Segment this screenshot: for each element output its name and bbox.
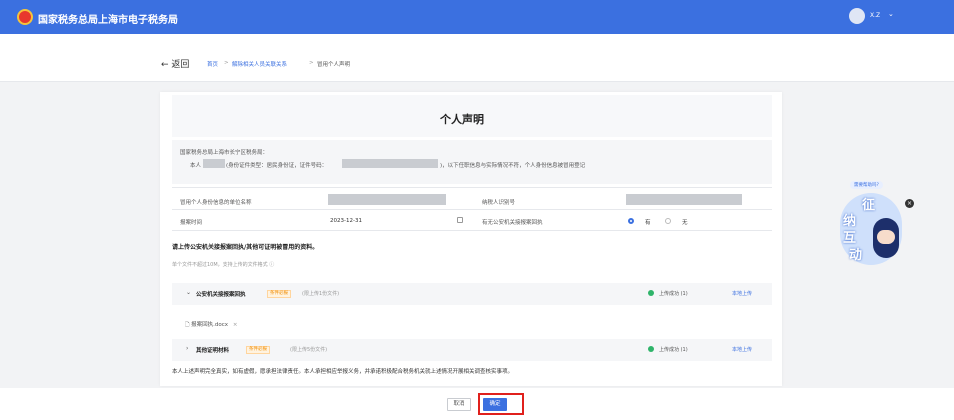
app-title: 国家税务总局上海市电子税务局	[38, 15, 178, 26]
masked-name	[203, 159, 225, 168]
chevron-down-icon[interactable]: ⌄	[888, 10, 894, 18]
highlight-box	[478, 393, 524, 415]
calendar-icon[interactable]	[457, 217, 463, 223]
report-date-input[interactable]: 2023-12-31	[330, 218, 362, 224]
breadcrumb-separator: >	[224, 60, 229, 66]
table-divider	[172, 187, 772, 188]
back-button[interactable]: ← 返回	[161, 57, 189, 70]
user-avatar[interactable]	[849, 8, 865, 24]
local-upload-link[interactable]: 本地上传	[732, 346, 752, 353]
remove-file-icon[interactable]: ×	[233, 322, 238, 328]
cancel-button[interactable]: 取消	[447, 398, 471, 411]
breadcrumb-separator: >	[309, 60, 314, 66]
user-name[interactable]: X.Z	[870, 12, 880, 19]
help-bubble[interactable]: 需要帮助吗?	[850, 181, 883, 189]
masked-taxpayer-id	[626, 194, 742, 205]
label-police-receipt: 有无公安机关接报案回执	[482, 220, 543, 226]
required-badge: 条件必报	[267, 290, 291, 298]
section-name: 公安机关接报案回执	[196, 292, 246, 298]
sub-navigation	[0, 34, 954, 82]
upload-status: 上传成功 (1)	[659, 291, 688, 297]
radio-yes-label[interactable]: 有	[645, 218, 651, 226]
success-status-icon	[648, 346, 654, 352]
tax-bureau-logo-icon	[17, 9, 33, 25]
info-prefix: 本人	[190, 163, 202, 169]
label-company-name: 冒用个人身份信息的单位名称	[180, 200, 252, 206]
local-upload-link[interactable]: 本地上传	[732, 290, 752, 297]
mascot-face	[877, 230, 895, 244]
masked-id-number	[342, 159, 438, 168]
uploaded-file[interactable]: 🗋 报案回执.docx ×	[185, 320, 237, 330]
upload-status: 上传成功 (1)	[659, 347, 688, 353]
declaration-text: 本人上述声明完全真实，如有虚假，愿承担法律责任。本人承担相应举报义务，并承诺积极…	[172, 369, 514, 375]
radio-yes[interactable]	[628, 218, 634, 224]
success-status-icon	[648, 290, 654, 296]
upload-limit: (限上传5份文件)	[290, 347, 328, 353]
radio-no-label[interactable]: 无	[682, 218, 688, 226]
section-name: 其他证明材料	[196, 348, 230, 354]
breadcrumb-unlink[interactable]: 解除相关人员关联关系	[232, 60, 287, 68]
masked-company-name	[328, 194, 446, 205]
mascot-text: 动	[849, 248, 863, 263]
chevron-down-icon[interactable]: ⌄	[186, 289, 191, 296]
upload-limit: (限上传1份文件)	[302, 291, 340, 297]
close-icon[interactable]: ×	[905, 199, 914, 208]
mascot-text: 征	[862, 198, 876, 213]
table-divider	[172, 209, 772, 210]
file-name[interactable]: 🗋 报案回执.docx	[185, 322, 228, 328]
label-taxpayer-id: 纳税人识别号	[482, 200, 516, 206]
breadcrumb-current: 冒用个人声明	[317, 62, 351, 68]
breadcrumb-home[interactable]: 首页	[207, 60, 218, 68]
info-id-type: (身份证件类型：居民身份证，证件号码：	[226, 163, 328, 169]
required-badge: 条件必报	[246, 346, 270, 354]
table-divider	[172, 230, 772, 231]
page-title: 个人声明	[440, 113, 484, 126]
upload-hint: 单个文件不超过10M，支持上传的文件格式 ⓘ	[172, 262, 275, 268]
chevron-right-icon[interactable]: ›	[186, 345, 188, 352]
label-report-time: 报案时间	[180, 220, 203, 226]
info-addressee: 国家税务总局上海市长宁区税务局：	[180, 150, 269, 156]
radio-no[interactable]	[665, 218, 671, 224]
upload-instructions: 请上传公安机关接报案回执/其他可证明被冒用的资料。	[172, 244, 319, 251]
info-statement: )，以下任职信息与实际情况不符，个人身份信息被冒用登记	[440, 163, 586, 169]
footer-bar	[0, 388, 954, 420]
